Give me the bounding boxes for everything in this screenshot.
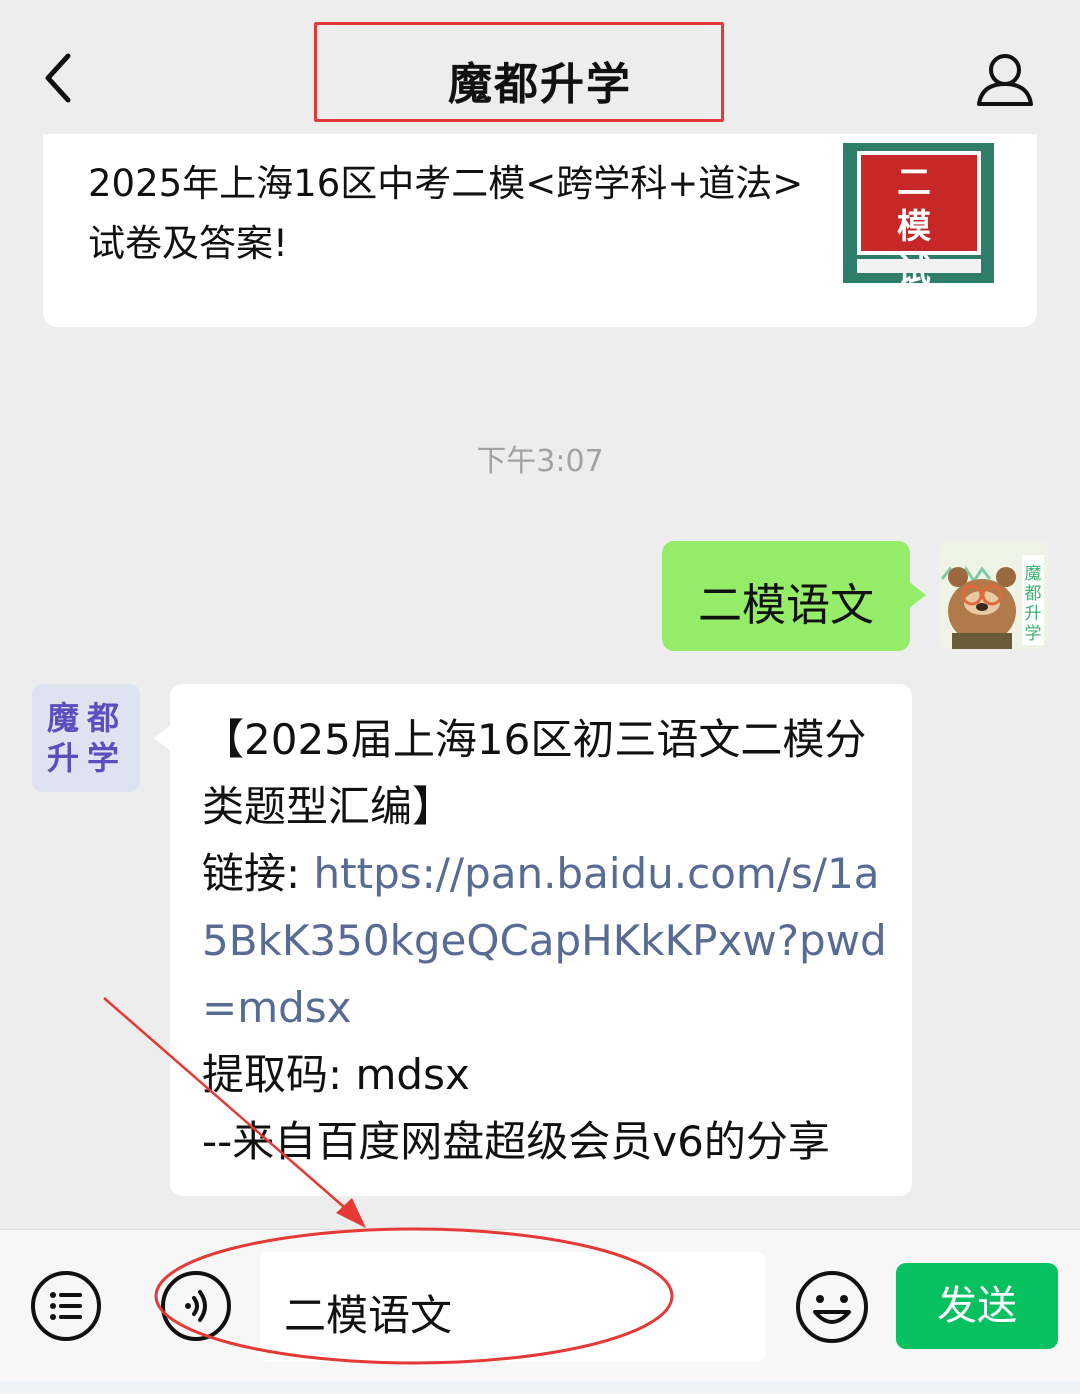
received-message-text: 【2025届上海16区初三语文二模分类题型汇编】 链接: https://pan…	[202, 706, 892, 1175]
article-thumbnail: 二 模 试 卷	[843, 143, 994, 327]
thumbnail-base	[857, 259, 981, 273]
list-menu-icon	[31, 1271, 101, 1341]
menu-button[interactable]	[30, 1270, 102, 1342]
article-card[interactable]: 2025年上海16区中考二模<跨学科+道法>试卷及答案! 二 模 试 卷	[43, 134, 1037, 327]
message-timestamp: 下午3:07	[476, 444, 604, 479]
person-icon	[977, 54, 1033, 106]
input-toolbar: 二模语文 发送	[0, 1229, 1080, 1394]
sent-message-text: 二模语文	[698, 580, 874, 631]
message-input[interactable]: 二模语文	[260, 1252, 765, 1362]
thumbnail-panel: 二 模 试 卷	[857, 151, 981, 327]
smiley-icon	[796, 1271, 868, 1343]
svg-text:升: 升	[1025, 604, 1042, 624]
emoji-button[interactable]	[795, 1270, 869, 1344]
annotation-arrow-head	[336, 1198, 366, 1228]
link-label: 链接:	[202, 849, 314, 898]
bottom-edge-strip	[0, 1381, 1080, 1393]
page-title: 魔都升学	[448, 59, 632, 110]
extraction-code: 提取码: mdsx	[202, 1050, 470, 1099]
svg-text:魔: 魔	[1025, 564, 1042, 584]
share-source: --来自百度网盘超级会员v6的分享	[202, 1117, 830, 1166]
thumbnail-text: 二 模 试 卷	[897, 163, 941, 327]
user-avatar[interactable]: 魔 都 升 学	[940, 541, 1048, 649]
official-account-avatar[interactable]: 魔都升学	[32, 684, 140, 792]
sent-message-bubble[interactable]: 二模语文	[662, 541, 926, 651]
svg-text:学: 学	[1025, 624, 1042, 644]
send-button[interactable]: 发送	[896, 1263, 1058, 1349]
nav-header: 魔都升学	[0, 0, 1080, 142]
voice-icon	[161, 1271, 231, 1341]
profile-button[interactable]	[974, 50, 1036, 110]
svg-text:都: 都	[1025, 584, 1042, 604]
message-input-value: 二模语文	[284, 1291, 453, 1340]
voice-button[interactable]	[160, 1270, 232, 1342]
received-message-bubble[interactable]: 【2025届上海16区初三语文二模分类题型汇编】 链接: https://pan…	[154, 684, 912, 1196]
message-heading: 【2025届上海16区初三语文二模分类题型汇编】	[202, 715, 867, 831]
bear-character-avatar-icon: 魔 都 升 学	[940, 541, 1048, 649]
article-title: 2025年上海16区中考二模<跨学科+道法>试卷及答案!	[88, 162, 804, 265]
official-avatar-label: 魔都升学	[46, 699, 127, 777]
